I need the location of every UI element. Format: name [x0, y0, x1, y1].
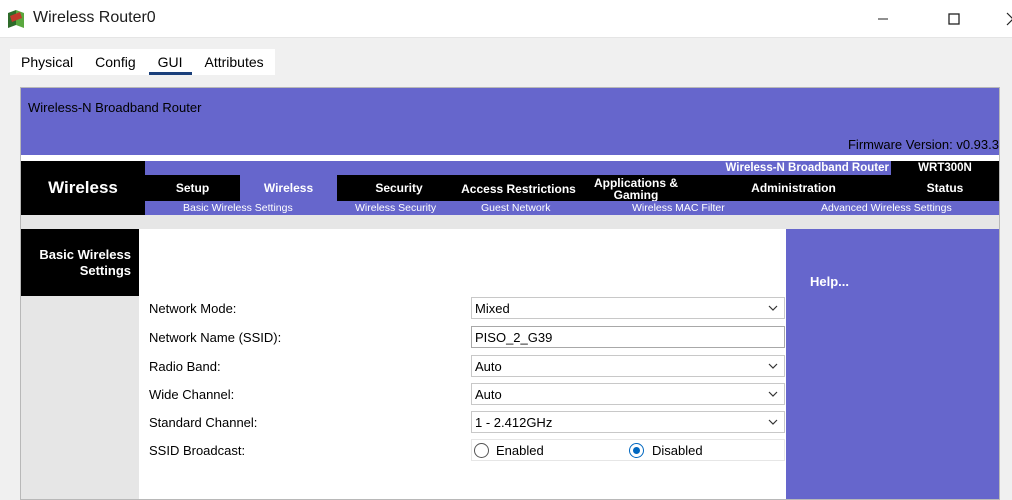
- standard-channel-select[interactable]: 1 - 2.412GHz: [471, 411, 785, 433]
- subnav-basic-wireless-settings[interactable]: Basic Wireless Settings: [183, 201, 293, 215]
- maximize-icon: [948, 13, 960, 25]
- nav-brand: Wireless: [48, 178, 118, 197]
- window-title: Wireless Router0: [33, 9, 156, 26]
- close-button[interactable]: [990, 0, 1012, 38]
- chevron-down-icon: [768, 363, 778, 369]
- ssid-broadcast-enabled-label[interactable]: Enabled: [496, 443, 544, 458]
- nav-item-access-restrictions[interactable]: Access Restrictions: [461, 175, 576, 201]
- ssid-label: Network Name (SSID):: [149, 330, 282, 345]
- standard-channel-label: Standard Channel:: [149, 415, 258, 430]
- nav-item-status[interactable]: Status: [891, 175, 999, 201]
- help-link[interactable]: Help...: [810, 274, 849, 289]
- close-icon: [1006, 12, 1012, 26]
- subnav-guest-network[interactable]: Guest Network: [481, 201, 550, 215]
- tab-gui[interactable]: GUI: [147, 49, 194, 75]
- tab-physical[interactable]: Physical: [10, 49, 84, 75]
- main-nav: Wireless Wireless-N Broadband Router WRT…: [21, 161, 999, 215]
- chevron-down-icon: [768, 391, 778, 397]
- nav-item-applications-gaming[interactable]: Applications & Gaming: [576, 175, 696, 201]
- wide-channel-value: Auto: [475, 387, 502, 402]
- network-mode-label: Network Mode:: [149, 301, 237, 316]
- radio-band-label: Radio Band:: [149, 359, 221, 374]
- minimize-icon: [878, 18, 888, 20]
- subnav-wireless-security[interactable]: Wireless Security: [355, 201, 436, 215]
- window-titlebar: Wireless Router0: [0, 0, 1012, 38]
- firmware-version: Firmware Version: v0.93.3: [847, 137, 999, 152]
- ssid-broadcast-disabled-label[interactable]: Disabled: [652, 443, 703, 458]
- nav-item-administration[interactable]: Administration: [696, 175, 891, 201]
- chevron-down-icon: [768, 305, 778, 311]
- radio-band-select[interactable]: Auto: [471, 355, 785, 377]
- nav-item-wireless[interactable]: Wireless: [240, 175, 337, 201]
- wide-channel-select[interactable]: Auto: [471, 383, 785, 405]
- nav-product-label: Wireless-N Broadband Router: [725, 162, 889, 174]
- ssid-broadcast-options: Enabled Disabled: [471, 439, 785, 461]
- nav-item-setup[interactable]: Setup: [145, 175, 240, 201]
- help-panel: Help...: [786, 229, 999, 499]
- product-name: Wireless-N Broadband Router: [28, 100, 202, 115]
- tab-config[interactable]: Config: [84, 49, 146, 75]
- ssid-value: PISO_2_G39: [475, 330, 553, 345]
- ssid-input[interactable]: PISO_2_G39: [471, 326, 785, 348]
- radio-band-value: Auto: [475, 359, 502, 374]
- router-app-icon: [6, 9, 26, 29]
- wide-channel-label: Wide Channel:: [149, 387, 235, 402]
- ssid-broadcast-enabled-radio[interactable]: [474, 443, 489, 458]
- subnav-wireless-mac-filter[interactable]: Wireless MAC Filter: [632, 201, 725, 215]
- router-header: Wireless-N Broadband Router Firmware Ver…: [21, 88, 999, 155]
- settings-form: Network Mode: Mixed Network Name (SSID):…: [139, 229, 786, 499]
- standard-channel-value: 1 - 2.412GHz: [475, 415, 553, 430]
- minimize-button[interactable]: [860, 0, 906, 38]
- nav-model-label: WRT300N: [918, 162, 972, 174]
- router-gui-panel: Wireless-N Broadband Router Firmware Ver…: [20, 87, 1000, 500]
- ssid-broadcast-disabled-radio[interactable]: [629, 443, 644, 458]
- section-title: Basic Wireless Settings: [21, 229, 139, 296]
- nav-item-security[interactable]: Security: [337, 175, 461, 201]
- maximize-button[interactable]: [931, 0, 977, 38]
- network-mode-value: Mixed: [475, 301, 510, 316]
- network-mode-select[interactable]: Mixed: [471, 297, 785, 319]
- subnav-advanced-wireless-settings[interactable]: Advanced Wireless Settings: [821, 201, 952, 215]
- chevron-down-icon: [768, 419, 778, 425]
- ssid-broadcast-label: SSID Broadcast:: [149, 443, 246, 458]
- device-tabs: Physical Config GUI Attributes: [10, 49, 275, 75]
- nav-divider: [21, 215, 999, 229]
- tab-attributes[interactable]: Attributes: [194, 49, 275, 75]
